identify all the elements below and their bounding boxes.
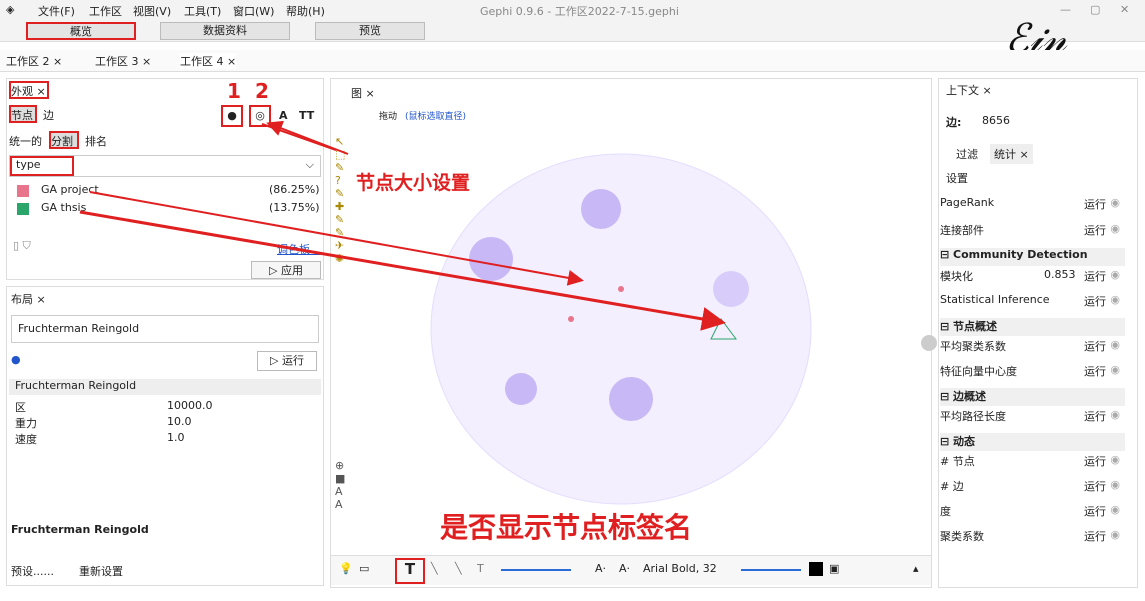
stats-row: 特征向量中心度 运行 ◉ (940, 363, 1120, 385)
run-stat-button[interactable]: 运行 (1084, 408, 1106, 424)
run-stat-button[interactable]: 运行 (1084, 503, 1106, 519)
help-icon[interactable]: ◉ (1110, 293, 1120, 306)
stats-row: 连接部件 运行 ◉ (940, 222, 1120, 244)
help-icon[interactable]: ◉ (1110, 268, 1120, 281)
stats-tab[interactable]: 统计 × (990, 144, 1033, 164)
run-stat-button[interactable]: 运行 (1084, 338, 1106, 354)
stats-row-label: 连接部件 (940, 224, 984, 237)
help-icon[interactable]: ◉ (1110, 196, 1120, 209)
stats-row: 度 运行 ◉ (940, 503, 1120, 525)
stats-row-label: 平均路径长度 (940, 410, 1006, 423)
stats-row: 平均路径长度 运行 ◉ (940, 408, 1120, 430)
help-icon[interactable]: ◉ (1110, 222, 1120, 235)
stats-row-label: 度 (940, 505, 951, 518)
stats-row-label: # 边 (940, 480, 964, 493)
stats-row: 聚类系数 运行 ◉ (940, 528, 1120, 550)
help-icon[interactable]: ◉ (1110, 408, 1120, 421)
edges-value: 8656 (982, 114, 1010, 127)
context-tab[interactable]: 上下文 × (946, 82, 992, 98)
run-stat-button[interactable]: 运行 (1084, 293, 1106, 309)
stats-row-label: 特征向量中心度 (940, 365, 1017, 378)
stats-row-label: 平均聚类系数 (940, 340, 1006, 353)
stats-row: # 边 运行 ◉ (940, 478, 1120, 500)
stats-section: ⊟ Community Detection (940, 248, 1125, 266)
stats-row-label: 聚类系数 (940, 530, 984, 543)
stats-section: ⊟ 动态 (940, 433, 1125, 451)
run-stat-button[interactable]: 运行 (1084, 528, 1106, 544)
help-icon[interactable]: ◉ (1110, 338, 1120, 351)
stats-row: 平均聚类系数 运行 ◉ (940, 338, 1120, 360)
stats-row-label: # 节点 (940, 455, 975, 468)
help-icon[interactable]: ◉ (1110, 478, 1120, 491)
run-stat-button[interactable]: 运行 (1084, 268, 1106, 284)
run-stat-button[interactable]: 运行 (1084, 453, 1106, 469)
run-stat-button[interactable]: 运行 (1084, 196, 1106, 212)
stats-row: PageRank 运行 ◉ (940, 196, 1120, 218)
stats-row: # 节点 运行 ◉ (940, 453, 1120, 475)
stats-row: 模块化 0.853 运行 ◉ (940, 268, 1120, 290)
help-icon[interactable]: ◉ (1110, 363, 1120, 376)
stats-section: ⊟ 节点概述 (940, 318, 1125, 336)
help-icon[interactable]: ◉ (1110, 453, 1120, 466)
help-icon[interactable]: ◉ (1110, 503, 1120, 516)
run-stat-button[interactable]: 运行 (1084, 478, 1106, 494)
stats-row-value: 0.853 (1044, 268, 1076, 281)
stats-row: Statistical Inference 运行 ◉ (940, 293, 1120, 315)
edges-label: 边: (946, 116, 962, 129)
run-stat-button[interactable]: 运行 (1084, 363, 1106, 379)
stats-row-label: PageRank (940, 196, 995, 209)
run-stat-button[interactable]: 运行 (1084, 222, 1106, 238)
stats-row-label: Statistical Inference (940, 293, 1050, 306)
stats-row-label: 模块化 (940, 270, 973, 283)
stats-section: ⊟ 边概述 (940, 388, 1125, 406)
help-icon[interactable]: ◉ (1110, 528, 1120, 541)
filter-tab[interactable]: 过滤 (956, 146, 978, 162)
settings-label: 设置 (946, 172, 968, 185)
